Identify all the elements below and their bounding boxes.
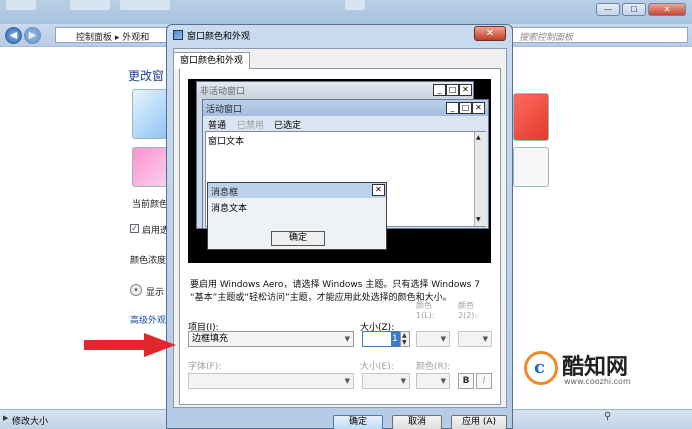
preview-msgbox-close-icon: ✕ <box>372 184 385 196</box>
scroll-up-icon: ▲ <box>476 134 481 141</box>
font-size-label: 大小(E): <box>360 362 394 372</box>
coozhi-logo-icon: c <box>524 351 558 385</box>
search-input[interactable]: 搜索控制面板 <box>512 27 688 43</box>
dialog-title: 窗口颜色和外观 <box>187 32 251 42</box>
chevron-down-icon: ▼ <box>440 377 446 385</box>
red-arrow-annotation <box>84 333 176 357</box>
enable-transparency-label: 启用透 <box>142 226 170 236</box>
expand-mixer-button[interactable]: ▾ <box>130 284 142 296</box>
desktop-icon-strip <box>345 0 365 10</box>
preview-msgbox-titlebar: 消息框 ✕ <box>208 183 386 198</box>
preview-max-icon: □ <box>459 102 472 114</box>
search-icon[interactable]: ⚲ <box>604 411 611 422</box>
preview-msgbox-title: 消息框 <box>211 188 239 198</box>
breadcrumb-item-appearance[interactable]: 外观和 <box>122 33 149 43</box>
color1-label-bottom: 1(L): <box>416 311 435 320</box>
status-text: 修改大小 <box>12 417 49 427</box>
color2-label-top: 颜色 <box>458 301 474 310</box>
search-placeholder: 搜索控制面板 <box>519 33 574 43</box>
ok-button[interactable]: 确定 <box>333 415 383 429</box>
desktop-icon-strip <box>70 0 110 10</box>
logo-letter: c <box>534 357 545 378</box>
color2-label-bottom: 2(2): <box>458 311 478 320</box>
scroll-down-icon: ▼ <box>476 216 481 223</box>
preview-scrollbar: ▲ ▼ <box>474 132 486 226</box>
size-input-value: 1 <box>391 332 399 346</box>
chevron-down-icon: ▼ <box>440 335 446 343</box>
preview-close-icon: ✕ <box>472 102 485 114</box>
cancel-button[interactable]: 取消 <box>392 415 442 429</box>
preview-min-icon: _ <box>446 102 459 114</box>
advanced-appearance-link[interactable]: 高级外观 <box>130 313 166 326</box>
chevron-down-icon: ▼ <box>400 377 406 385</box>
font-size-dropdown[interactable]: ▼ <box>362 373 410 389</box>
color-swatch-red[interactable] <box>513 93 549 141</box>
italic-button[interactable]: I <box>476 373 492 389</box>
watermark-url: www.coozhi.com <box>564 377 631 386</box>
color-swatch-sky[interactable] <box>132 89 168 139</box>
window-controls: — ☐ ✕ <box>596 3 686 16</box>
preview-menu-normal: 普通 <box>208 121 227 131</box>
preview-message-box: 消息框 ✕ 消息文本 确定 <box>207 182 387 250</box>
color-swatch-white[interactable] <box>513 147 549 187</box>
desktop-icon-strip <box>6 0 36 10</box>
item-dropdown[interactable]: 边框填充 ▼ <box>188 331 354 347</box>
preview-inactive-titlebar: 非活动窗口 _ □ ✕ <box>197 82 473 98</box>
coozhi-watermark: c 酷知网 www.coozhi.com <box>524 347 650 397</box>
desktop-top-strip: — ☐ ✕ <box>0 0 692 24</box>
back-button[interactable]: ◀ <box>5 27 22 44</box>
color1-label-top: 颜色 <box>416 301 432 310</box>
spin-up-icon[interactable]: ▲ <box>402 332 407 339</box>
preview-window-text: 窗口文本 <box>208 137 245 147</box>
color2-picker[interactable]: ▼ <box>458 331 492 347</box>
appearance-preview: 非活动窗口 _ □ ✕ 活动窗口 _ □ ✕ 普通 已禁用 已选定 窗口文本 ▲… <box>188 79 491 263</box>
apply-button[interactable]: 应用 (A) <box>451 415 507 429</box>
breadcrumb: 控制面板 ▸ 外观和 <box>76 33 150 43</box>
close-window-button[interactable]: ✕ <box>648 3 686 16</box>
current-color-label: 当前颜色 <box>132 200 169 210</box>
tab-panel: 非活动窗口 _ □ ✕ 活动窗口 _ □ ✕ 普通 已禁用 已选定 窗口文本 ▲… <box>179 68 501 405</box>
bold-button[interactable]: B <box>458 373 474 389</box>
font-label: 字体(F): <box>188 362 222 372</box>
preview-close-icon: ✕ <box>459 84 472 96</box>
status-arrow-icon: ▶ <box>3 414 9 422</box>
font-dropdown[interactable]: ▼ <box>188 373 354 389</box>
preview-menu-selected: 已选定 <box>274 121 302 131</box>
aero-info-text: 要启用 Windows Aero，请选择 Windows 主题。只有选择 Win… <box>190 280 480 303</box>
dialog-app-icon <box>173 30 183 40</box>
color-intensity-label: 颜色浓度 <box>130 256 167 266</box>
minimize-button[interactable]: — <box>596 3 620 16</box>
dialog-close-button[interactable]: ✕ <box>474 26 506 41</box>
preview-msgbox-text: 消息文本 <box>211 204 248 214</box>
spin-down-icon[interactable]: ▼ <box>402 339 407 346</box>
page-title: 更改窗 <box>128 69 165 83</box>
tab-color-appearance[interactable]: 窗口颜色和外观 <box>173 52 251 69</box>
show-mixer-label: 显示 <box>146 288 165 298</box>
preview-active-titlebar: 活动窗口 _ □ ✕ <box>203 100 488 116</box>
chevron-down-icon: ▼ <box>344 377 350 385</box>
enable-transparency-checkbox[interactable]: ✓ <box>130 224 139 233</box>
chevron-down-icon: ▼ <box>482 335 488 343</box>
font-color-picker[interactable]: ▼ <box>416 373 450 389</box>
color-swatch-pink[interactable] <box>132 147 168 187</box>
font-color-label: 颜色(R): <box>416 362 451 372</box>
color-appearance-dialog: 窗口颜色和外观 ✕ 窗口颜色和外观 非活动窗口 _ □ ✕ 活动窗口 _ □ ✕… <box>166 24 513 429</box>
preview-max-icon: □ <box>446 84 459 96</box>
preview-active-title: 活动窗口 <box>206 105 243 115</box>
preview-ok-button: 确定 <box>271 231 325 246</box>
size-input[interactable]: 1 <box>362 331 400 347</box>
preview-min-icon: _ <box>433 84 446 96</box>
size-spinner[interactable]: ▲ ▼ <box>400 331 410 347</box>
breadcrumb-item-control-panel[interactable]: 控制面板 <box>76 33 112 43</box>
desktop-icon-strip <box>120 0 170 10</box>
item-dropdown-value: 边框填充 <box>192 334 229 344</box>
preview-inactive-title: 非活动窗口 <box>200 87 246 97</box>
forward-button[interactable]: ▶ <box>24 27 41 44</box>
maximize-button[interactable]: ☐ <box>622 3 646 16</box>
color1-picker[interactable]: ▼ <box>416 331 450 347</box>
preview-menu-disabled: 已禁用 <box>237 121 265 131</box>
chevron-down-icon: ▼ <box>344 335 350 343</box>
